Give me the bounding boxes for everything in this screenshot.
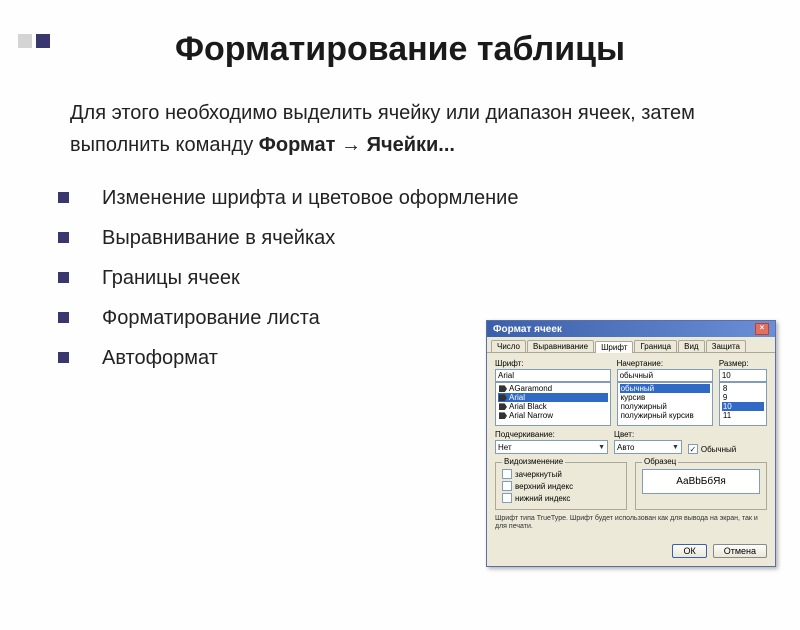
font-input[interactable]: Arial [495,369,611,382]
list-item: Границы ячеек [50,263,750,293]
tab-protection[interactable]: Защита [706,340,746,352]
chevron-down-icon: ▼ [598,444,605,451]
list-item: Выравнивание в ячейках [50,223,750,253]
font-option[interactable]: AGaramond [498,384,608,393]
cancel-button[interactable]: Отмена [713,544,767,558]
color-value: Авто [617,443,634,452]
font-label: Шрифт: [495,359,611,368]
font-option[interactable]: Arial Black [498,402,608,411]
font-option[interactable]: Arial [498,393,608,402]
effect-subscript-row[interactable]: нижний индекс [502,493,620,503]
style-input[interactable]: обычный [617,369,713,382]
effect-strikethrough-row[interactable]: зачеркнутый [502,469,620,479]
dialog-body: Шрифт: Arial AGaramond Arial Arial Black… [487,353,775,540]
slide-decor [18,34,50,48]
color-label: Цвет: [614,430,682,439]
font-hint: Шрифт типа TrueType. Шрифт будет использ… [495,515,767,532]
tab-view[interactable]: Вид [678,340,704,352]
normal-check-label: Обычный [701,445,736,454]
tab-font[interactable]: Шрифт [595,341,633,353]
size-input[interactable]: 10 [719,369,767,382]
style-option[interactable]: полужирный курсив [620,411,710,420]
size-option[interactable]: 10 [722,402,764,411]
effect-label: зачеркнутый [515,470,562,479]
checkbox-icon[interactable]: ✓ [688,444,698,454]
style-option[interactable]: обычный [620,384,710,393]
preview-group-label: Образец [642,457,678,466]
checkbox-icon[interactable] [502,469,512,479]
effects-group: Видоизменение зачеркнутый верхний индекс… [495,462,627,510]
effect-superscript-row[interactable]: верхний индекс [502,481,620,491]
font-listbox[interactable]: AGaramond Arial Arial Black Arial Narrow [495,382,611,426]
size-listbox[interactable]: 8 9 10 11 [719,382,767,426]
size-label: Размер: [719,359,767,368]
underline-dropdown[interactable]: Нет ▼ [495,440,608,454]
underline-label: Подчеркивание: [495,430,608,439]
tab-number[interactable]: Число [491,340,526,352]
effect-label: нижний индекс [515,494,570,503]
normal-checkbox-row[interactable]: ✓ Обычный [688,444,767,454]
format-cells-dialog: Формат ячеек × Число Выравнивание Шрифт … [486,320,776,567]
intro-paragraph: Для этого необходимо выделить ячейку или… [0,97,800,161]
style-option[interactable]: полужирный [620,402,710,411]
tab-alignment[interactable]: Выравнивание [527,340,594,352]
tab-border[interactable]: Граница [634,340,677,352]
close-icon[interactable]: × [755,323,769,335]
underline-value: Нет [498,443,512,452]
effect-label: верхний индекс [515,482,573,491]
size-option[interactable]: 9 [722,393,764,402]
preview-group: Образец АаВbБбЯя [635,462,767,510]
chevron-down-icon: ▼ [672,444,679,451]
dialog-tabs: Число Выравнивание Шрифт Граница Вид Защ… [487,337,775,353]
dialog-button-row: ОК Отмена [487,540,775,566]
dialog-titlebar[interactable]: Формат ячеек × [487,321,775,337]
color-dropdown[interactable]: Авто ▼ [614,440,682,454]
checkbox-icon[interactable] [502,493,512,503]
dialog-title-text: Формат ячеек [493,324,562,335]
page-title: Форматирование таблицы [0,30,800,69]
style-option[interactable]: курсив [620,393,710,402]
checkbox-icon[interactable] [502,481,512,491]
font-option[interactable]: Arial Narrow [498,411,608,420]
size-option[interactable]: 8 [722,384,764,393]
intro-command: Формат → Ячейки... [259,134,455,156]
preview-text: АаВbБбЯя [642,469,760,494]
style-label: Начертание: [617,359,713,368]
style-listbox[interactable]: обычный курсив полужирный полужирный кур… [617,382,713,426]
size-option[interactable]: 11 [722,411,764,420]
ok-button[interactable]: ОК [672,544,706,558]
list-item: Изменение шрифта и цветовое оформление [50,183,750,213]
effects-group-label: Видоизменение [502,457,565,466]
